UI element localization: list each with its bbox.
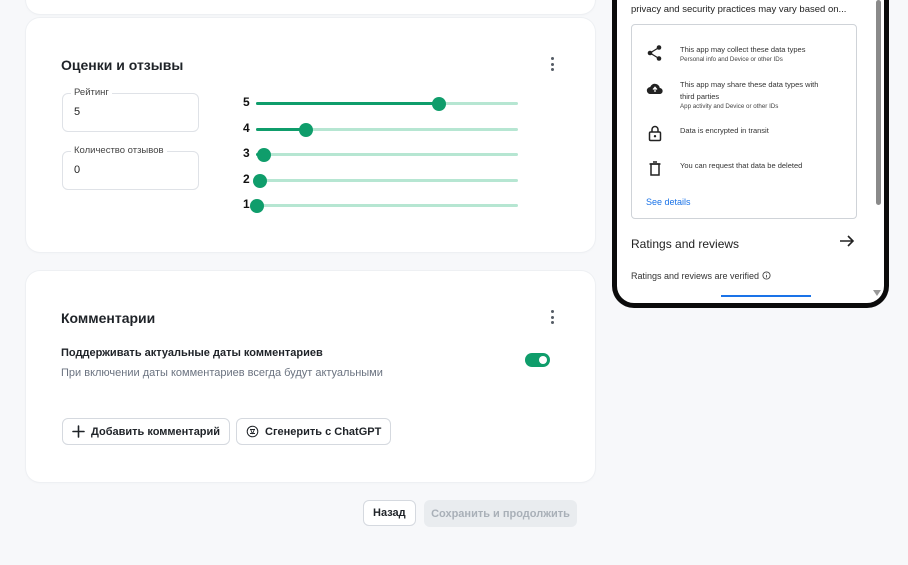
lock-icon — [648, 125, 662, 142]
toggle-title: Поддерживать актуальные даты комментарие… — [61, 347, 323, 359]
see-details-link[interactable]: See details — [646, 197, 691, 207]
rating-field-value: 5 — [74, 106, 81, 118]
info-icon[interactable] — [762, 271, 771, 280]
slider-track[interactable] — [252, 173, 518, 188]
save-continue-button[interactable]: Сохранить и продолжить — [424, 500, 577, 527]
back-label: Назад — [373, 507, 406, 519]
slider-thumb[interactable] — [250, 198, 264, 213]
slider-thumb[interactable] — [256, 147, 271, 162]
reviews-count-field-label: Количество отзывов — [71, 145, 167, 156]
reviews-count-field-value: 0 — [74, 164, 81, 176]
phone-scrollbar[interactable] — [875, 0, 881, 210]
rating-slider-label: 2 — [243, 172, 250, 186]
rating-slider-2[interactable]: 2 — [243, 172, 518, 188]
rating-slider-1[interactable]: 1 — [243, 197, 518, 213]
phone-ratings-verified: Ratings and reviews are verified — [631, 271, 771, 281]
safety-share-title: This app may share these data types with — [680, 80, 819, 89]
slider-track[interactable] — [256, 147, 518, 162]
rating-slider-label: 5 — [243, 95, 250, 109]
reviews-count-field[interactable]: Количество отзывов 0 — [62, 145, 199, 190]
data-safety-box: This app may collect these data types Pe… — [631, 24, 857, 219]
save-continue-label: Сохранить и продолжить — [431, 507, 570, 520]
phone-preview: privacy and security practices may vary … — [612, 0, 889, 308]
arrow-right-icon[interactable] — [839, 234, 855, 248]
rating-slider-label: 4 — [243, 121, 250, 135]
rating-slider-label: 3 — [243, 146, 250, 160]
slider-thumb[interactable] — [432, 96, 447, 111]
scroll-down-icon[interactable] — [873, 290, 881, 296]
slider-fill — [256, 102, 440, 105]
safety-encrypted-title: Data is encrypted in transit — [680, 126, 769, 135]
phone-ratings-heading: Ratings and reviews — [631, 237, 740, 251]
share-icon — [647, 45, 662, 61]
previous-card — [26, 0, 595, 14]
rating-field-label: Рейтинг — [71, 87, 112, 98]
generate-chatgpt-label: Сгенерить с ChatGPT — [265, 425, 382, 438]
slider-track[interactable] — [256, 96, 518, 111]
phone-privacy-text: privacy and security practices may vary … — [631, 4, 847, 15]
safety-collect-subtitle: Personal info and Device or other IDs — [680, 56, 783, 63]
generate-chatgpt-button[interactable]: Сгенерить с ChatGPT — [236, 418, 392, 445]
ratings-menu-icon[interactable] — [542, 54, 562, 74]
cloud-upload-icon — [646, 83, 663, 95]
phone-tab-indicator — [721, 295, 811, 297]
rating-field[interactable]: Рейтинг 5 — [62, 87, 199, 132]
toggle-description: При включении даты комментариев всегда б… — [61, 367, 383, 379]
phone-scroll-thumb[interactable] — [876, 0, 881, 205]
slider-track[interactable] — [250, 198, 518, 213]
rating-slider-label: 1 — [243, 197, 250, 211]
chatgpt-icon — [246, 425, 259, 438]
comments-menu-icon[interactable] — [542, 307, 562, 327]
add-comment-label: Добавить комментарий — [91, 425, 221, 438]
safety-share-title-2: third parties — [680, 92, 720, 101]
comments-card-title: Комментарии — [61, 310, 156, 326]
ratings-card-title: Оценки и отзывы — [61, 57, 184, 73]
rating-slider-3[interactable]: 3 — [243, 146, 518, 162]
safety-collect-title: This app may collect these data types — [680, 45, 806, 54]
comments-card: Комментарии Поддерживать актуальные даты… — [26, 271, 595, 482]
trash-icon — [649, 161, 661, 176]
slider-thumb[interactable] — [298, 122, 313, 137]
safety-delete-title: You can request that data be deleted — [680, 161, 803, 170]
slider-thumb[interactable] — [252, 173, 267, 188]
ratings-verified-text: Ratings and reviews are verified — [631, 271, 760, 281]
rating-slider-4[interactable]: 4 — [243, 121, 518, 137]
slider-track[interactable] — [256, 122, 518, 137]
safety-share-subtitle: App activity and Device or other IDs — [680, 103, 779, 110]
rating-slider-5[interactable]: 5 — [243, 95, 518, 111]
add-comment-button[interactable]: Добавить комментарий — [62, 418, 231, 445]
plus-icon — [72, 425, 85, 438]
actual-dates-toggle[interactable] — [525, 353, 550, 367]
back-button[interactable]: Назад — [363, 500, 416, 526]
ratings-card: Оценки и отзывы Рейтинг 5 Количество отз… — [26, 18, 595, 252]
